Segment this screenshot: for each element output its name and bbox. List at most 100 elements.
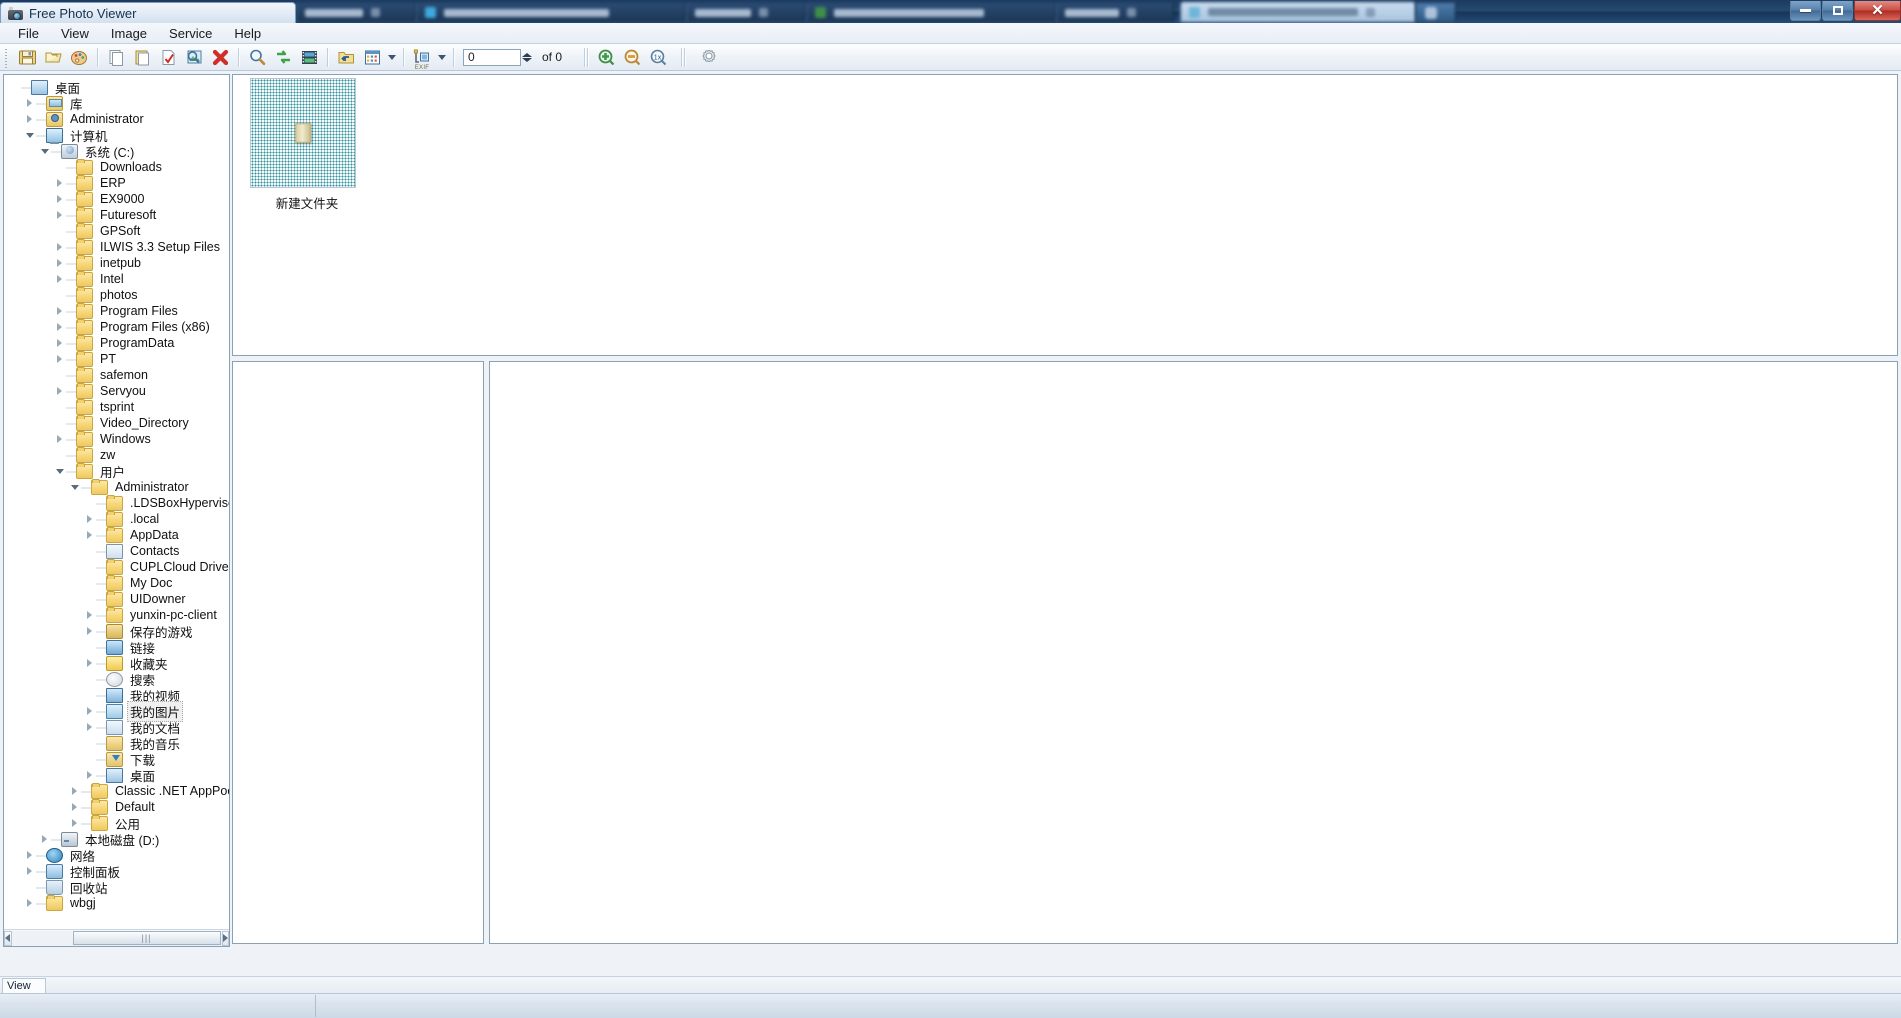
tree-node[interactable]: Downloads [8, 158, 229, 175]
tree-node[interactable]: .LDSBoxHypervisorGl [8, 494, 229, 511]
tree-node[interactable]: AppData [8, 526, 229, 543]
expand-arrow-icon[interactable] [83, 703, 96, 719]
expand-arrow-icon[interactable] [53, 191, 66, 207]
tree-node[interactable]: safemon [8, 366, 229, 383]
expand-arrow-icon[interactable] [83, 511, 96, 527]
tree-node[interactable]: Futuresoft [8, 206, 229, 223]
foreground-browser-tab[interactable] [1180, 2, 1416, 22]
collapse-arrow-icon[interactable] [23, 127, 36, 143]
expand-arrow-icon[interactable] [23, 895, 36, 911]
tree-node[interactable]: 保存的游戏 [8, 623, 229, 640]
exif-button[interactable]: EXIF [409, 45, 435, 71]
menu-item-file[interactable]: File [7, 23, 50, 44]
maximize-button[interactable] [1822, 1, 1853, 21]
expand-arrow-icon[interactable] [53, 351, 66, 367]
expand-arrow-icon[interactable] [83, 767, 96, 783]
background-tab[interactable] [806, 3, 1056, 22]
scroll-right-arrow[interactable] [221, 930, 229, 946]
expand-arrow-icon[interactable] [53, 207, 66, 223]
tree-node[interactable]: Administrator [8, 111, 229, 127]
minimize-button[interactable] [1790, 1, 1821, 21]
thumbnail-pane[interactable]: 新建文件夹 [232, 74, 1898, 356]
expand-arrow-icon[interactable] [83, 655, 96, 671]
zoom-out-button[interactable] [619, 45, 645, 69]
tree-node[interactable]: ERP [8, 174, 229, 191]
filmstrip-button[interactable] [296, 45, 322, 69]
tree-node[interactable]: 桌面 [8, 79, 229, 96]
tree-node[interactable]: Windows [8, 430, 229, 447]
tree-node[interactable]: Intel [8, 270, 229, 287]
close-icon[interactable] [759, 8, 768, 17]
expand-arrow-icon[interactable] [53, 383, 66, 399]
up-folder-button[interactable] [333, 45, 359, 69]
tree-node[interactable]: Contacts [8, 543, 229, 559]
expand-arrow-icon[interactable] [23, 863, 36, 879]
menu-item-view[interactable]: View [50, 23, 100, 44]
tree-node[interactable]: 桌面 [8, 767, 229, 784]
tree-node[interactable]: 系统 (C:) [8, 143, 229, 160]
thumbnail-image[interactable] [250, 78, 356, 188]
close-button[interactable]: ✕ [1854, 1, 1901, 21]
collapse-arrow-icon[interactable] [53, 463, 66, 479]
tree-node[interactable]: yunxin-pc-client [8, 606, 229, 623]
tree-node[interactable]: 用户 [8, 462, 229, 480]
background-tab[interactable] [416, 3, 686, 22]
tree-node[interactable]: 我的视频 [8, 687, 229, 704]
window-title-tab[interactable]: Free Photo Viewer [0, 2, 296, 23]
expand-arrow-icon[interactable] [23, 847, 36, 863]
tree-node[interactable]: Program Files [8, 302, 229, 319]
tree-node[interactable]: inetpub [8, 254, 229, 271]
tree-node[interactable]: CUPLCloud Drive [8, 558, 229, 575]
settings-button[interactable] [696, 45, 722, 69]
background-tab[interactable] [296, 3, 416, 22]
expand-arrow-icon[interactable] [83, 527, 96, 543]
menu-item-service[interactable]: Service [158, 23, 223, 44]
refresh-button[interactable] [270, 45, 296, 69]
tree-node[interactable]: 回收站 [8, 879, 229, 896]
save-button[interactable] [14, 45, 40, 69]
zoom-actual-button[interactable]: 1x [645, 45, 671, 69]
taskbar[interactable] [0, 993, 1901, 1018]
collapse-arrow-icon[interactable] [38, 143, 51, 159]
tree-node[interactable]: Video_Directory [8, 414, 229, 431]
new-tab-button[interactable] [1416, 3, 1456, 22]
tree-node[interactable]: photos [8, 286, 229, 303]
tree-node[interactable]: 我的图片 [8, 700, 229, 722]
background-tab[interactable] [1056, 3, 1174, 22]
edit-palette-button[interactable] [66, 45, 92, 69]
close-icon[interactable] [1366, 7, 1375, 17]
expand-arrow-icon[interactable] [83, 623, 96, 639]
tree-node[interactable]: 链接 [8, 639, 229, 656]
tree-node[interactable]: 我的音乐 [8, 735, 229, 752]
copy-button[interactable] [103, 45, 129, 69]
expand-arrow-icon[interactable] [23, 95, 36, 111]
tree-node[interactable]: GPSoft [8, 222, 229, 239]
expand-arrow-icon[interactable] [23, 111, 36, 127]
expand-arrow-icon[interactable] [53, 319, 66, 335]
menu-item-image[interactable]: Image [100, 23, 158, 44]
menu-item-help[interactable]: Help [223, 23, 272, 44]
delete-button[interactable] [207, 45, 233, 69]
tree-node[interactable]: Program Files (x86) [8, 318, 229, 335]
collapse-arrow-icon[interactable] [68, 479, 81, 495]
background-tab[interactable] [686, 3, 806, 22]
scroll-thumb[interactable]: ||| [72, 931, 221, 945]
toolbar-grip[interactable] [3, 46, 10, 68]
thumbnail-item[interactable]: 新建文件夹 [250, 78, 364, 212]
expand-arrow-icon[interactable] [38, 831, 51, 847]
expand-arrow-icon[interactable] [53, 239, 66, 255]
expand-arrow-icon[interactable] [53, 255, 66, 271]
tree-node[interactable]: Servyou [8, 382, 229, 399]
tree-node[interactable]: 我的文档 [8, 719, 229, 736]
magnifier-button[interactable] [244, 45, 270, 69]
folder-tree-panel[interactable]: 桌面库 Administrator 计算机 系统 (C:) Downloads ERP EX… [3, 74, 230, 947]
zoom-in-button[interactable] [593, 45, 619, 69]
close-icon[interactable] [1127, 8, 1136, 17]
tree-node[interactable]: ILWIS 3.3 Setup Files [8, 238, 229, 255]
expand-arrow-icon[interactable] [83, 607, 96, 623]
tree-node[interactable]: 控制面板 [8, 863, 229, 880]
tree-horizontal-scrollbar[interactable]: ||| [4, 929, 229, 946]
open-folder-button[interactable] [40, 45, 66, 69]
tree-node[interactable]: Administrator [8, 478, 229, 495]
view-mode-dropdown[interactable] [385, 45, 398, 69]
